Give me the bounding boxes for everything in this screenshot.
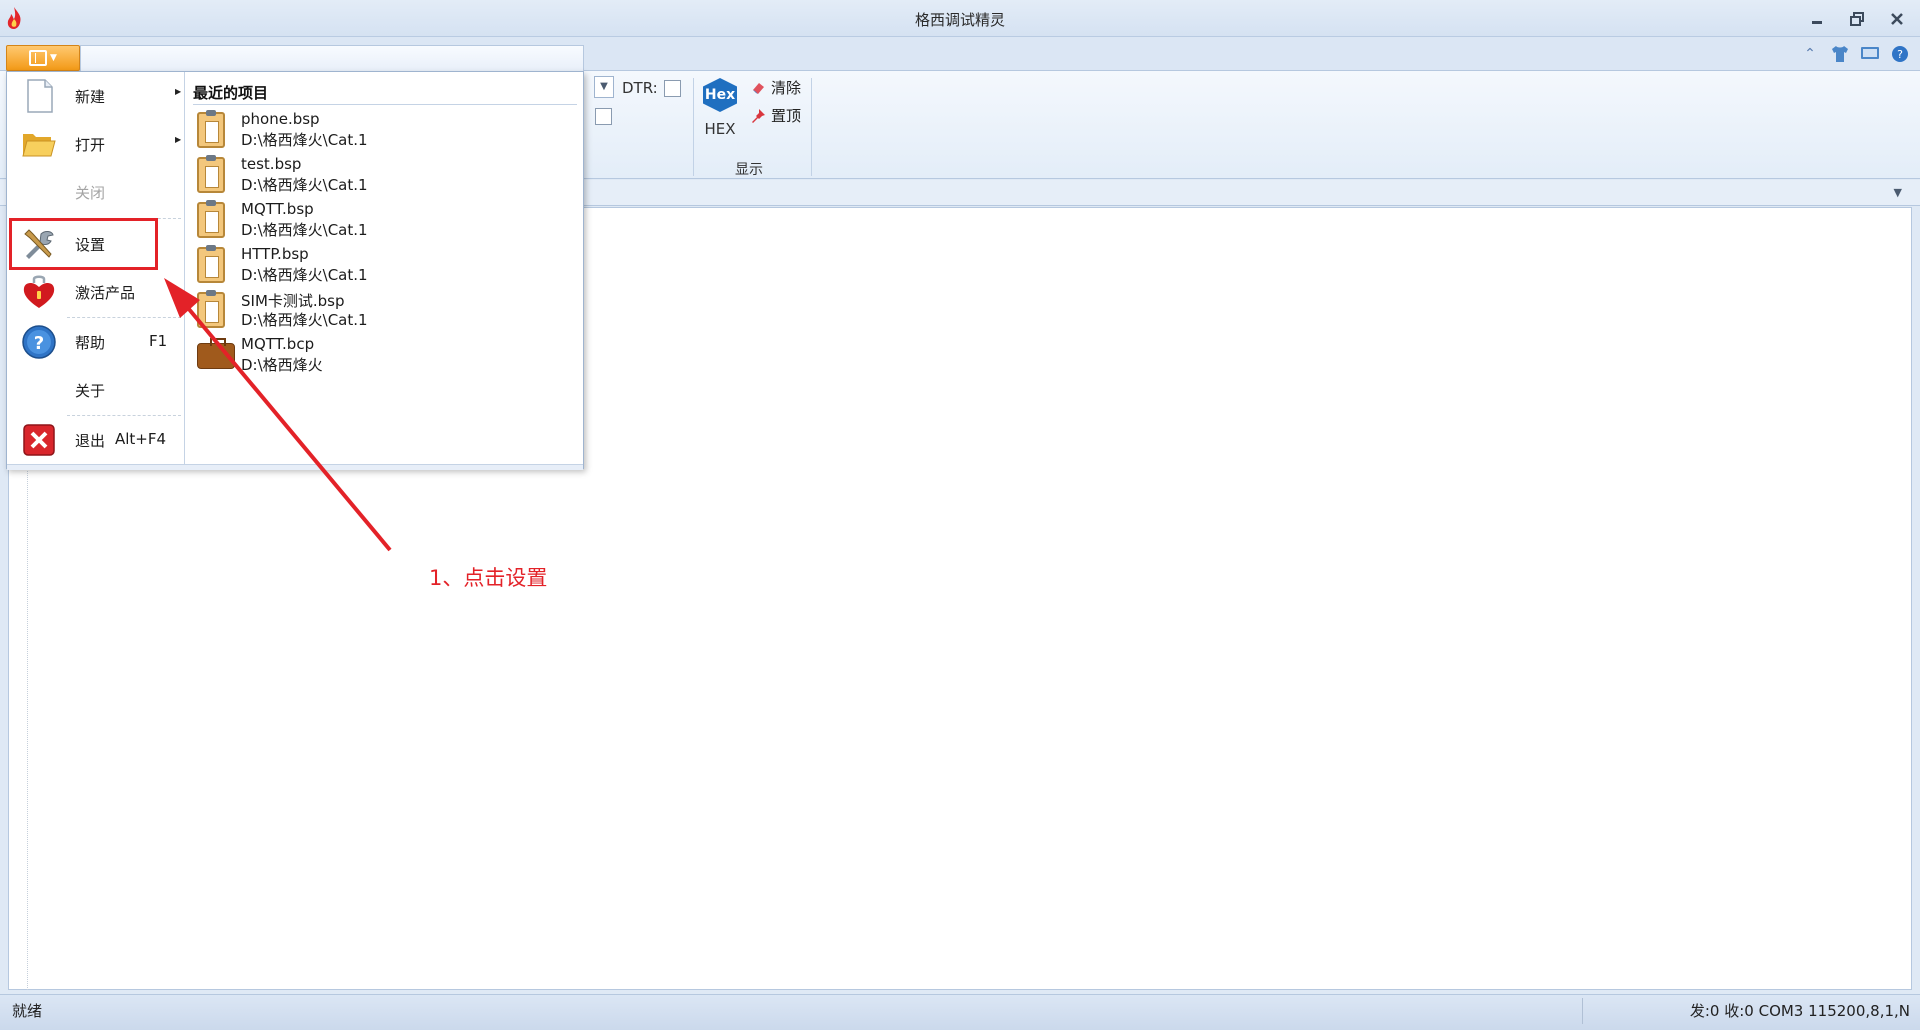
- recent-item-path: D:\格西烽火: [241, 356, 323, 374]
- submenu-arrow-icon: ▶: [175, 135, 182, 144]
- minimize-button[interactable]: [1804, 8, 1830, 30]
- recent-item-path: D:\格西烽火\Cat.1: [241, 176, 368, 194]
- exit-icon: [23, 424, 55, 456]
- app-menu-footer: [7, 464, 583, 470]
- ribbon-group-separator: [811, 78, 812, 176]
- clipboard-icon: [197, 110, 227, 148]
- menu-item-exit[interactable]: 退出 Alt+F4: [11, 416, 181, 462]
- pin-icon: [750, 108, 766, 124]
- menu-item-about[interactable]: 关于: [11, 366, 181, 412]
- minimize-icon: [1812, 21, 1822, 24]
- window-title: 格西调试精灵: [914, 11, 1005, 29]
- collapse-ribbon-icon[interactable]: ⌃: [1800, 45, 1820, 63]
- status-right-text: 发:0 收:0 COM3 115200,8,1,N: [1689, 1002, 1910, 1020]
- document-list-dropdown-icon[interactable]: ▼: [1894, 186, 1902, 199]
- close-icon: [1891, 13, 1903, 25]
- quick-access-icons: ⌃ ?: [1800, 45, 1910, 63]
- menu-item-label: 激活产品: [75, 284, 136, 302]
- recent-projects-divider: [193, 104, 577, 105]
- recent-item-path: D:\格西烽火\Cat.1: [241, 266, 368, 284]
- recent-item-name: SIM卡测试.bsp: [241, 292, 345, 310]
- clipboard-icon: [197, 245, 227, 283]
- menu-item-label: 关于: [75, 382, 106, 400]
- title-bar: 格西调试精灵: [0, 0, 1920, 37]
- clipboard-icon: [197, 155, 227, 193]
- submenu-arrow-icon: ▶: [175, 87, 182, 96]
- recent-item[interactable]: phone.bsp D:\格西烽火\Cat.1: [193, 108, 573, 153]
- menu-item-close[interactable]: 关闭: [11, 168, 181, 214]
- recent-item-path: D:\格西烽火\Cat.1: [241, 131, 368, 149]
- hex-label: HEX: [704, 120, 736, 138]
- menu-item-label: 打开: [75, 136, 106, 154]
- status-separator: [1582, 998, 1583, 1024]
- menu-item-help[interactable]: ? 帮助 F1: [11, 318, 181, 364]
- menu-item-shortcut: Alt+F4: [115, 430, 167, 448]
- menu-item-label: 关闭: [75, 184, 106, 202]
- menu-item-label: 新建: [75, 88, 106, 106]
- heart-lock-icon: [23, 275, 55, 308]
- recent-item[interactable]: test.bsp D:\格西烽火\Cat.1: [193, 153, 573, 198]
- briefcase-icon: [197, 337, 235, 373]
- recent-item[interactable]: HTTP.bsp D:\格西烽火\Cat.1: [193, 243, 573, 288]
- menu-item-shortcut: F1: [149, 332, 168, 350]
- menu-item-new[interactable]: 新建 ▶: [11, 72, 181, 118]
- clipboard-icon: [197, 290, 227, 328]
- recent-item-path: D:\格西烽火\Cat.1: [241, 221, 368, 239]
- dtr-checkbox[interactable]: [664, 80, 681, 97]
- status-connection-info: 发:0 收:0 COM3 115200,8,1,N: [1690, 1000, 1910, 1021]
- status-text: 就绪: [12, 1002, 43, 1020]
- application-menu: 新建 ▶ 打开 ▶ 关闭 设置 激活产品 ? 帮助 F1 关于 退出 Alt+F…: [6, 71, 584, 470]
- eraser-icon: [750, 80, 766, 96]
- message-icon[interactable]: [1860, 45, 1880, 63]
- status-bar: [0, 994, 1920, 1030]
- app-window: 格西调试精灵 ⌃ ? ▼ DTR: Hex HEX 清除 置顶 显示 ▼ 就绪 …: [0, 0, 1920, 1030]
- hex-button[interactable]: Hex HEX: [698, 78, 742, 144]
- menu-item-activate[interactable]: 激活产品: [11, 268, 181, 314]
- hex-icon: Hex: [703, 78, 737, 112]
- pin-label: 置顶: [771, 107, 802, 125]
- help-icon: ?: [22, 325, 56, 359]
- recent-item-name: MQTT.bcp: [241, 335, 315, 353]
- chevron-down-icon: ▼: [50, 53, 57, 63]
- settings-highlight-box: [9, 218, 158, 270]
- clipboard-icon: [197, 200, 227, 238]
- annotation-text: 1、点击设置: [429, 566, 548, 590]
- recent-projects-title: 最近的项目: [193, 84, 269, 102]
- app-menu-icon: [29, 50, 48, 66]
- rts-checkbox[interactable]: [595, 108, 612, 125]
- clear-label: 清除: [771, 79, 802, 97]
- dtr-label: DTR:: [622, 79, 658, 97]
- ribbon-group-display-label: 显示: [735, 162, 763, 178]
- menu-item-label: 退出: [75, 432, 106, 450]
- right-scrollbar[interactable]: [1912, 207, 1920, 990]
- folder-open-icon: [22, 134, 56, 157]
- ribbon-group-separator: [693, 78, 694, 176]
- svg-text:?: ?: [34, 333, 44, 354]
- recent-item-name: MQTT.bsp: [241, 200, 314, 218]
- app-menu-header-strip: [80, 45, 584, 72]
- svg-text:?: ?: [1897, 48, 1903, 61]
- close-button[interactable]: [1884, 8, 1910, 30]
- recent-item-name: test.bsp: [241, 155, 302, 173]
- baud-dropdown-arrow[interactable]: ▼: [594, 76, 614, 98]
- skin-shirt-icon[interactable]: [1830, 45, 1850, 63]
- recent-item[interactable]: MQTT.bcp D:\格西烽火: [193, 333, 573, 378]
- recent-item-name: HTTP.bsp: [241, 245, 309, 263]
- restore-button[interactable]: [1844, 8, 1870, 30]
- app-menu-commands: 新建 ▶ 打开 ▶ 关闭 设置 激活产品 ? 帮助 F1 关于 退出 Alt+F…: [7, 72, 185, 468]
- help-circle-icon[interactable]: ?: [1890, 45, 1910, 63]
- recent-item[interactable]: SIM卡测试.bsp D:\格西烽火\Cat.1: [193, 288, 573, 333]
- recent-item[interactable]: MQTT.bsp D:\格西烽火\Cat.1: [193, 198, 573, 243]
- application-menu-button[interactable]: ▼: [6, 45, 80, 71]
- pin-top-button[interactable]: 置顶: [750, 105, 801, 126]
- menu-item-label: 帮助: [75, 334, 106, 352]
- recent-item-path: D:\格西烽火\Cat.1: [241, 311, 368, 329]
- menu-item-open[interactable]: 打开 ▶: [11, 120, 181, 166]
- recent-item-name: phone.bsp: [241, 110, 320, 128]
- clear-button[interactable]: 清除: [750, 77, 801, 98]
- new-file-icon: [27, 79, 53, 113]
- restore-icon: [1850, 12, 1864, 26]
